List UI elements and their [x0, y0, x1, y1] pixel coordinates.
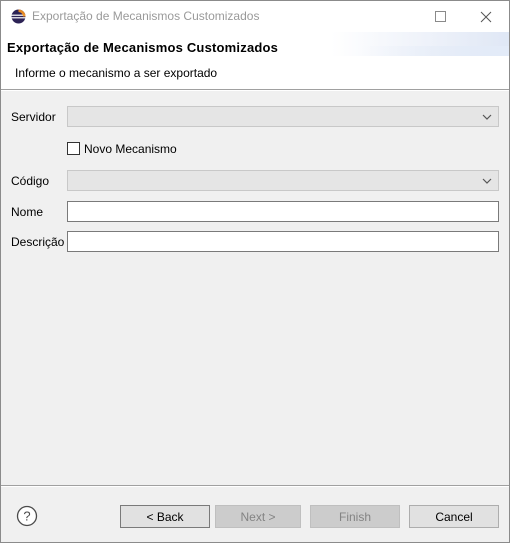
back-button[interactable]: < Back — [120, 505, 210, 528]
maximize-icon — [434, 11, 446, 22]
page-title: Exportação de Mecanismos Customizados — [7, 40, 279, 55]
window-title: Exportação de Mecanismos Customizados — [32, 9, 260, 23]
dialog-window: Exportação de Mecanismos Customizados Ex… — [0, 0, 510, 543]
descricao-label: Descrição — [11, 235, 65, 249]
chevron-down-icon — [482, 114, 492, 120]
close-button[interactable] — [463, 1, 509, 32]
novo-mecanismo-label[interactable]: Novo Mecanismo — [84, 142, 177, 156]
eclipse-icon — [11, 9, 26, 24]
header-banner-graphic-stripe — [361, 46, 509, 56]
codigo-combo[interactable] — [67, 170, 499, 191]
codigo-label: Código — [11, 174, 50, 188]
page-description: Informe o mecanismo a ser exportado — [15, 66, 218, 80]
novo-mecanismo-checkbox[interactable] — [67, 142, 80, 155]
servidor-label: Servidor — [11, 110, 56, 124]
maximize-button[interactable] — [417, 1, 463, 32]
cancel-button[interactable]: Cancel — [409, 505, 499, 528]
close-icon — [480, 11, 492, 22]
next-button[interactable]: Next > — [215, 505, 301, 528]
servidor-combo[interactable] — [67, 106, 499, 127]
descricao-input[interactable] — [67, 231, 499, 252]
nome-input[interactable] — [67, 201, 499, 222]
wizard-header: Exportação de Mecanismos Customizados In… — [1, 32, 509, 89]
footer-separator-highlight — [1, 486, 509, 487]
title-bar[interactable]: Exportação de Mecanismos Customizados — [1, 1, 509, 32]
chevron-down-icon — [482, 178, 492, 184]
svg-text:?: ? — [23, 509, 30, 524]
help-icon[interactable]: ? — [16, 505, 38, 527]
header-separator-highlight — [1, 90, 509, 91]
finish-button[interactable]: Finish — [310, 505, 400, 528]
nome-label: Nome — [11, 205, 44, 219]
